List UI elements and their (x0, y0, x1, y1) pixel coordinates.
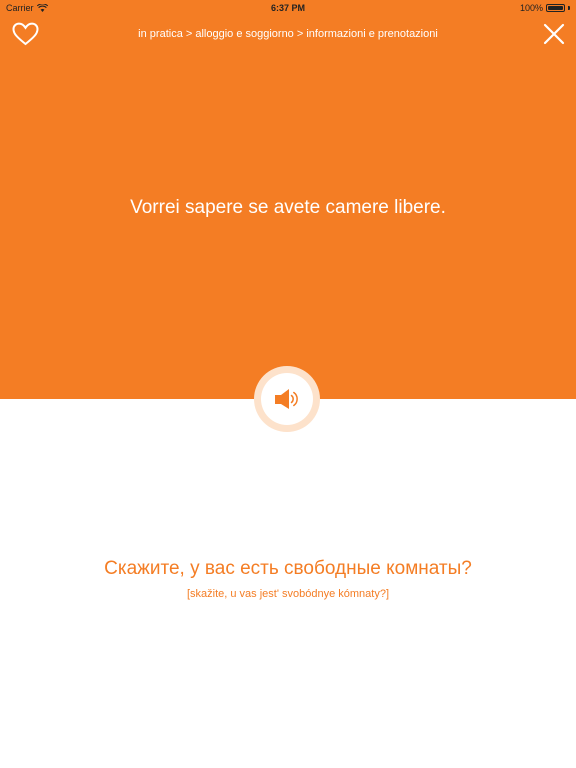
battery-group: 100% (520, 3, 570, 13)
battery-icon (546, 4, 565, 12)
transliteration-text: [skažite, u vas jest' svobódnye kómnaty?… (186, 588, 390, 600)
breadcrumb: in pratica > alloggio e soggiorno > info… (138, 28, 438, 40)
close-x-icon[interactable] (543, 23, 565, 45)
status-bar: Carrier 6:37 PM 100% (0, 0, 576, 16)
phrase-card-top: Carrier 6:37 PM 100% in pratica > allogg… (0, 0, 576, 399)
audio-button-inner (261, 373, 313, 425)
battery-label: 100% (519, 3, 543, 13)
audio-play-button[interactable] (254, 366, 320, 432)
translation-text: Скажите, у вас есть свободные комнаты? (104, 558, 472, 579)
phrase-text: Vorrei sapere se avete camere libere. (130, 197, 446, 218)
status-time: 6:37 PM (270, 3, 305, 13)
speaker-icon (275, 389, 298, 409)
heart-outline-icon[interactable] (12, 22, 39, 46)
